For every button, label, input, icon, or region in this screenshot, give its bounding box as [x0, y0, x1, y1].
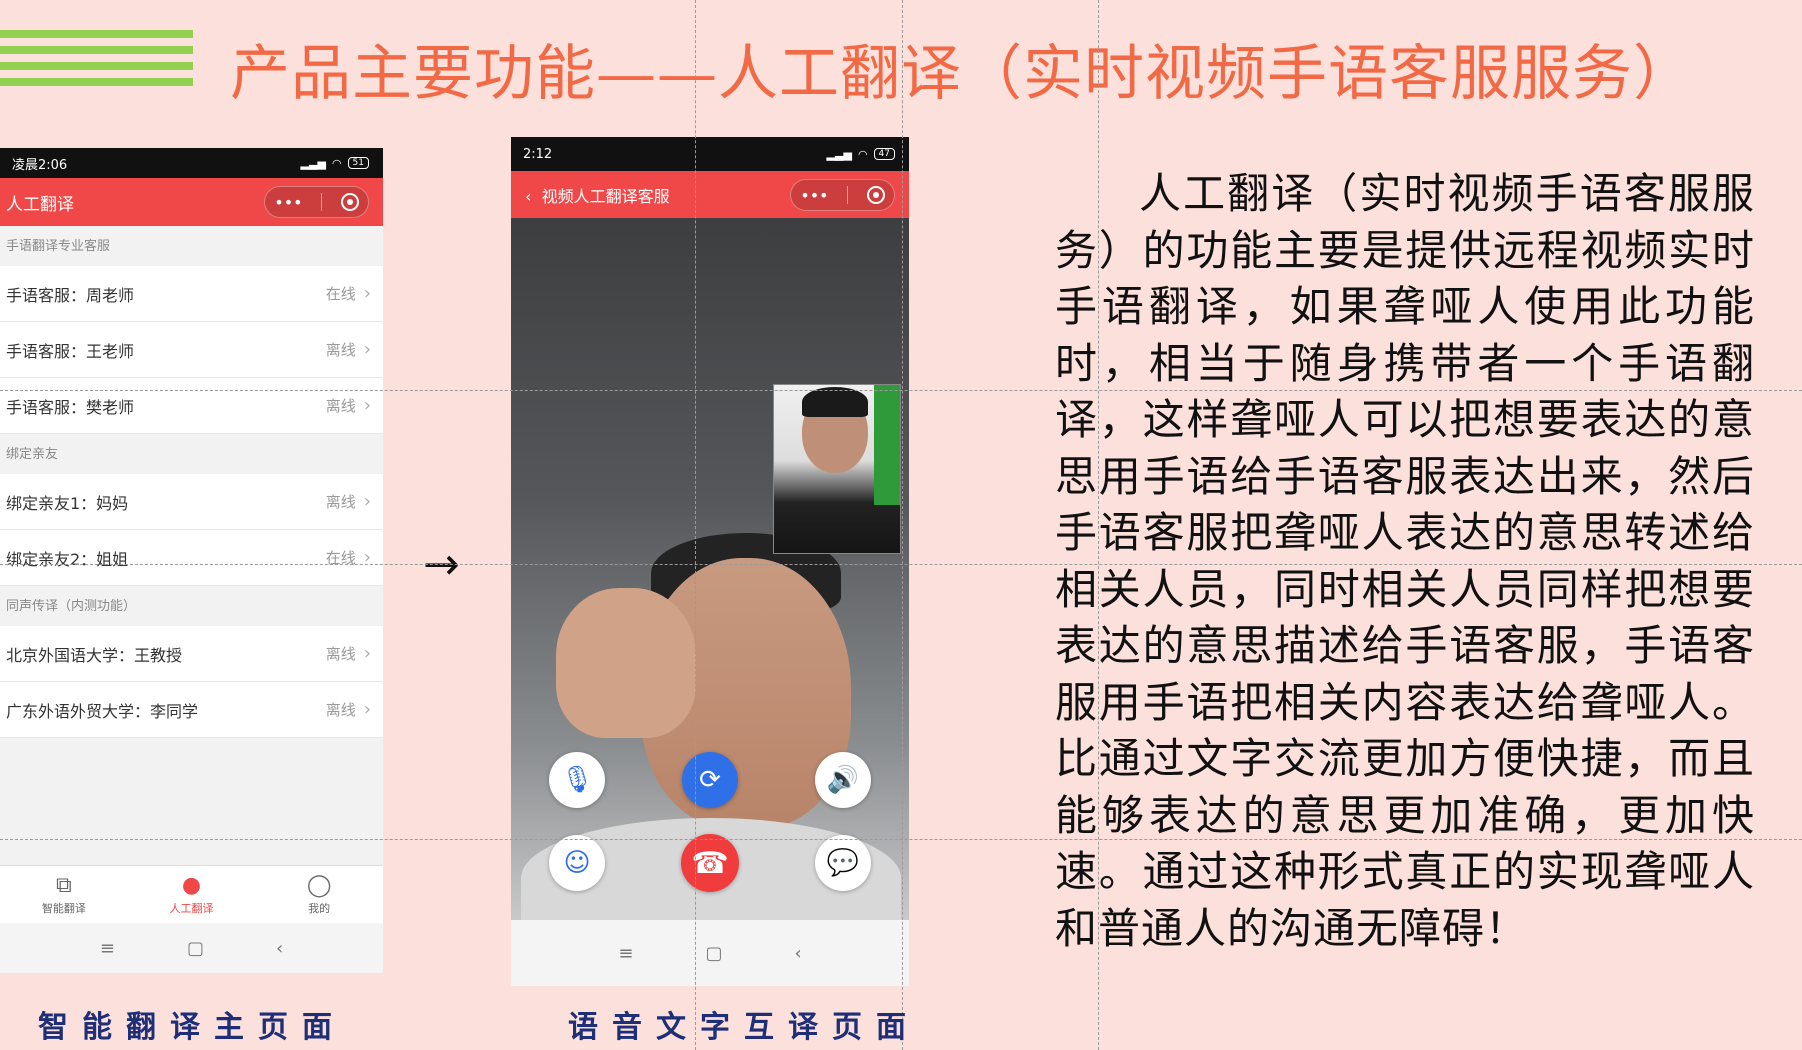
system-nav-bar: ≡ ▢ ‹	[511, 920, 909, 986]
contact-row[interactable]: 广东外语外贸大学：李同学 离线 ›	[0, 682, 383, 738]
switch-camera-button[interactable]: ⟳	[682, 752, 738, 808]
contact-status: 离线	[325, 701, 356, 719]
slide-title: 产品主要功能——人工翻译（实时视频手语客服服务）	[230, 39, 1694, 109]
caption-main-page: 智能翻译主页面	[38, 1010, 346, 1045]
battery-icon: 47	[873, 148, 895, 160]
tab-label: 人工翻译	[169, 901, 214, 915]
contact-row[interactable]: 绑定亲友1：妈妈 离线 ›	[0, 474, 383, 530]
person-icon: ●	[181, 872, 202, 898]
section-label: 手语翻译专业客服	[6, 239, 111, 254]
wifi-icon: ◠	[857, 147, 868, 161]
contact-name: 手语客服：樊老师	[6, 397, 135, 417]
app-title-bar: 人工翻译 •••	[0, 178, 383, 226]
tab-bar: ⧉ 智能翻译 ● 人工翻译 ◯ 我的	[0, 865, 383, 923]
home-icon[interactable]: ▢	[705, 943, 722, 964]
local-video-preview[interactable]	[773, 384, 901, 554]
microphone-icon: 🎙	[560, 765, 594, 795]
wifi-icon: ◠	[331, 156, 342, 170]
miniapp-capsule[interactable]: •••	[790, 179, 895, 211]
microphone-button[interactable]: 🎙	[549, 752, 605, 808]
page-title: 视频人工翻译客服	[541, 187, 670, 206]
menu-icon[interactable]: ≡	[100, 938, 115, 959]
more-icon[interactable]: •••	[800, 186, 828, 205]
contact-status: 在线	[325, 285, 356, 303]
chevron-right-icon: ›	[363, 699, 371, 720]
tab-label: 我的	[308, 901, 331, 915]
contact-name: 手语客服：王老师	[6, 341, 135, 361]
contact-status: 离线	[325, 645, 356, 663]
contact-name: 广东外语外贸大学：李同学	[6, 701, 199, 721]
contact-name: 北京外国语大学：王教授	[6, 645, 183, 665]
tab-smart-translate[interactable]: ⧉ 智能翻译	[0, 866, 128, 923]
chat-icon: 💬	[826, 848, 860, 878]
close-miniapp-icon[interactable]	[866, 186, 885, 204]
hang-up-button[interactable]: ☎	[681, 834, 739, 892]
tab-label: 智能翻译	[41, 901, 86, 915]
app-title-bar: ‹ 视频人工翻译客服 •••	[511, 171, 909, 219]
status-time: 2:12	[523, 146, 553, 162]
chevron-right-icon: ›	[363, 339, 371, 360]
sign-language-hand	[556, 588, 696, 738]
contact-row[interactable]: 手语客服：樊老师 离线 ›	[0, 378, 383, 434]
signal-icon: ▂▃▅	[826, 147, 852, 161]
tab-human-translate[interactable]: ● 人工翻译	[128, 866, 256, 923]
back-icon[interactable]: ‹	[276, 938, 283, 959]
contact-status: 离线	[325, 493, 356, 511]
speaker-icon: 🔊	[826, 765, 860, 795]
signal-icon: ▂▃▅	[300, 156, 326, 170]
chevron-right-icon: ›	[363, 491, 371, 512]
battery-icon: 51	[347, 157, 369, 169]
miniapp-capsule[interactable]: •••	[264, 186, 369, 218]
status-icons: ▂▃▅ ◠ 47	[827, 148, 895, 161]
status-bar: 2:12 ▂▃▅ ◠ 47	[511, 137, 909, 171]
hang-up-icon: ☎	[691, 845, 729, 881]
status-time: 凌晨2:06	[12, 157, 68, 173]
contact-row[interactable]: 手语客服：周老师 在线 ›	[0, 266, 383, 322]
contact-name: 绑定亲友1：妈妈	[6, 493, 129, 513]
status-icons: ▂▃▅ ◠ 51	[301, 157, 369, 170]
caption-translate-page: 语音文字互译页面	[568, 1010, 920, 1045]
contact-status: 离线	[325, 341, 356, 359]
phone-screenshot-main: 凌晨2:06 ▂▃▅ ◠ 51 人工翻译 ••• 手语翻译专业客服 手语客服：周…	[0, 148, 383, 973]
menu-icon[interactable]: ≡	[618, 943, 633, 964]
more-icon[interactable]: •••	[274, 193, 302, 212]
contact-status: 离线	[325, 397, 356, 415]
system-nav-bar: ≡ ▢ ‹	[0, 923, 383, 973]
contact-row[interactable]: 北京外国语大学：王教授 离线 ›	[0, 626, 383, 682]
chat-button[interactable]: 💬	[815, 835, 871, 891]
speaker-button[interactable]: 🔊	[815, 752, 871, 808]
contact-name: 手语客服：周老师	[6, 285, 135, 305]
smile-icon: ☺	[563, 848, 591, 878]
phone-screenshot-video-call: 2:12 ▂▃▅ ◠ 47 ‹ 视频人工翻译客服 ••• 🎙 ⟳ 🔊 ☺ ☎ 💬	[511, 137, 909, 986]
video-call-view: 🎙 ⟳ 🔊 ☺ ☎ 💬	[511, 218, 909, 920]
home-icon[interactable]: ▢	[187, 938, 204, 959]
contact-row[interactable]: 手语客服：王老师 离线 ›	[0, 322, 383, 378]
chevron-right-icon: ›	[363, 643, 371, 664]
beauty-filter-button[interactable]: ☺	[549, 835, 605, 891]
back-icon[interactable]: ‹	[794, 943, 801, 964]
tab-mine[interactable]: ◯ 我的	[255, 866, 383, 923]
close-miniapp-icon[interactable]	[340, 193, 359, 211]
translate-icon: ⧉	[55, 872, 72, 898]
arrow-right-icon: →	[423, 539, 460, 590]
status-bar: 凌晨2:06 ▂▃▅ ◠ 51	[0, 148, 383, 178]
contact-name: 绑定亲友2：姐姐	[6, 549, 129, 569]
back-chevron-icon[interactable]: ‹	[525, 187, 542, 206]
camera-switch-icon: ⟳	[699, 765, 721, 795]
contact-row[interactable]: 绑定亲友2：姐姐 在线 ›	[0, 530, 383, 586]
section-label: 同声传译（内测功能）	[6, 599, 137, 614]
profile-icon: ◯	[306, 872, 332, 898]
page-title: 人工翻译	[6, 194, 74, 215]
chevron-right-icon: ›	[363, 395, 371, 416]
chevron-right-icon: ›	[363, 283, 371, 304]
decorative-stripes	[0, 30, 193, 94]
section-label: 绑定亲友	[6, 447, 59, 462]
feature-description: 人工翻译（实时视频手语客服服务）的功能主要是提供远程视频实时手语翻译，如果聋哑人…	[1055, 169, 1755, 953]
